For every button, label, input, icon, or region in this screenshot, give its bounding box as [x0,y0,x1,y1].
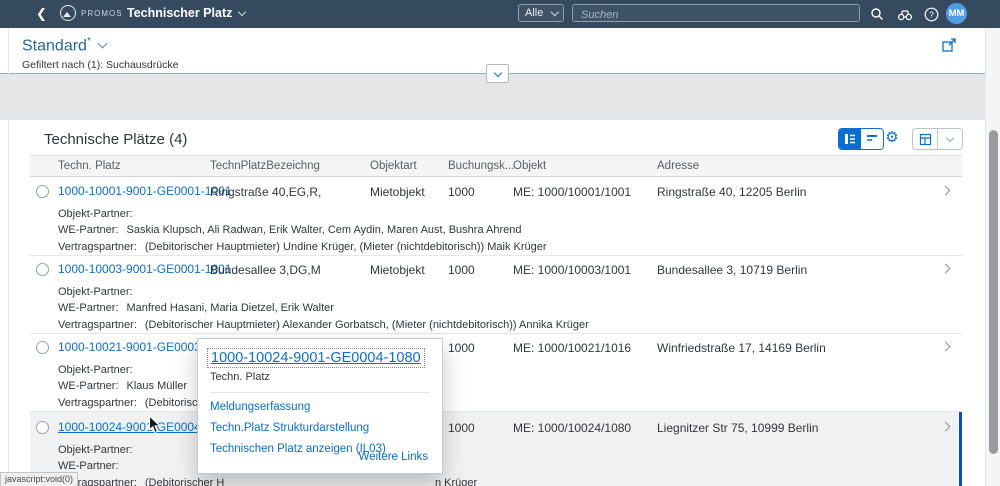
binoculars-icon[interactable] [896,5,914,23]
table-header-row: Techn. Platz TechnPlatzBezeichng Objekta… [30,155,962,177]
shell-bar: ❮ PROMOS Technischer Platz Alle ? MM [0,0,1000,28]
cell-adresse: Bundesallee 3, 10719 Berlin [657,263,807,277]
we-partner-line: WE-Partner:Klaus Müller [58,380,187,392]
search-input[interactable] [573,7,859,23]
cell-adresse: Liegnitzer Str 75, 10999 Berlin [657,421,818,435]
popup-subtitle: Techn. Platz [210,371,430,383]
chevron-down-icon [493,68,501,76]
popup-more-links[interactable]: Weitere Links [359,451,428,463]
view-toggle [838,128,884,150]
objekt-partner-line: Objekt-Partner: [58,364,133,376]
variant-selector[interactable]: Standard* [22,36,106,55]
filter-info-text: Gefiltert nach (1): Suchausdrücke [22,59,178,71]
col-bezeichnung[interactable]: TechnPlatzBezeichng [210,160,320,172]
export-menu-button[interactable] [937,129,962,149]
detail-view-button[interactable] [839,129,861,149]
objekt-partner-line: Objekt-Partner: [58,208,133,220]
promos-logo-text: PROMOS [81,9,123,18]
row-chevron-icon[interactable] [941,342,951,352]
row-radio[interactable] [36,421,49,434]
we-partner-line: WE-Partner:Saskia Klupsch, Ali Radwan, E… [58,224,521,236]
cell-objektart: Mietobjekt [370,263,425,277]
chevron-down-icon [550,8,558,16]
row-chevron-icon[interactable] [941,264,951,274]
promos-logo-icon [60,5,76,21]
vertragspartner-line: Vertragspartner:(Debitorischer Hauptmiet… [58,241,547,253]
table-settings-gear-icon[interactable]: ⚙ [882,128,902,148]
row-chevron-icon[interactable] [941,422,951,432]
col-objektart[interactable]: Objektart [370,160,417,172]
cell-objekt: ME: 1000/10003/1001 [513,263,631,277]
col-buchungskreis[interactable]: Buchungsk... [448,160,514,172]
quickview-popup: 1000-10024-9001-GE0004-1080 Techn. Platz… [197,338,443,474]
left-edge-divider [8,28,9,486]
cell-buchungskreis: 1000 [448,263,475,277]
app-title-menu[interactable]: Technischer Platz [127,6,245,20]
user-avatar[interactable]: MM [946,3,967,24]
techn-platz-link[interactable]: 1000-10001-9001-GE0001-1001 [58,184,231,198]
vertragspartner-line-suffix: n Krüger [435,477,477,486]
cell-bezeichnung: Bundesallee 3,DG,M [210,263,321,277]
techn-platz-link[interactable]: 1000-10003-9001-GE0001-1001 [58,262,231,276]
cell-bezeichnung: Ringstraße 40,EG,R, [210,185,321,199]
table-row[interactable]: 1000-10003-9001-GE0001-1001 Bundesallee … [30,256,962,334]
row-radio[interactable] [36,263,49,276]
row-radio[interactable] [36,185,49,198]
popup-title-link[interactable]: 1000-10024-9001-GE0004-1080 [207,348,425,368]
chevron-down-icon [97,39,107,49]
scrollbar-track[interactable] [985,28,1000,486]
search-input-wrap [572,4,860,22]
objekt-partner-line: Objekt-Partner: [58,444,133,456]
export-button-group [912,128,963,150]
cell-objekt: ME: 1000/10021/1016 [513,341,631,355]
cell-buchungskreis: 1000 [448,421,475,435]
table-row[interactable]: 1000-10021-9001-GE0003-1016 1000 ME: 100… [30,334,962,412]
we-partner-line: WE-Partner:Manfred Hasani, Maria Dietzel… [58,302,334,314]
table-row[interactable]: 1000-10001-9001-GE0001-1001 Ringstraße 4… [30,178,962,256]
variant-title: Standard [22,37,87,54]
cell-objektart: Mietobjekt [370,185,425,199]
promos-logo: PROMOS [60,5,123,21]
browser-status-tooltip: javascript:void(0) [0,472,78,486]
app-title: Technischer Platz [127,6,232,20]
popup-link-meldungserfassung[interactable]: Meldungserfassung [210,401,430,413]
col-adresse[interactable]: Adresse [657,160,699,172]
chevron-down-icon [238,8,246,16]
cell-adresse: Winfriedstraße 17, 14169 Berlin [657,341,826,355]
cell-objekt: ME: 1000/10001/1001 [513,185,631,199]
row-chevron-icon[interactable] [941,186,951,196]
table-row[interactable]: 1000-10024-9001-GE0004-1080 1000 ME: 100… [30,412,962,486]
app-window: ❮ PROMOS Technischer Platz Alle ? MM Sta… [0,0,1000,486]
cell-adresse: Ringstraße 40, 12205 Berlin [657,185,806,199]
col-techn-platz[interactable]: Techn. Platz [58,160,121,172]
popup-link-strukturdarstellung[interactable]: Techn.Platz Strukturdarstellung [210,422,430,434]
cell-objekt: ME: 1000/10024/1080 [513,421,631,435]
search-icon[interactable] [868,5,886,23]
back-icon[interactable]: ❮ [36,6,47,22]
row-radio[interactable] [36,341,49,354]
chevron-down-icon [946,134,954,142]
header-collapse-button[interactable] [486,64,509,83]
cell-buchungskreis: 1000 [448,185,475,199]
svg-text:?: ? [929,9,934,19]
export-spreadsheet-icon[interactable] [913,129,937,149]
scrollbar-thumb[interactable] [989,130,998,454]
vertragspartner-line: Vertragspartner:(Debitorischer Hauptmiet… [58,319,589,331]
share-icon[interactable] [941,37,961,57]
table-title: Technische Plätze (4) [44,131,187,148]
search-scope-select[interactable]: Alle [518,4,564,22]
variant-modified-marker: * [87,36,91,47]
col-objekt[interactable]: Objekt [513,160,546,172]
cell-buchungskreis: 1000 [448,341,475,355]
vertragspartner-line: Vertragspartner:(Debitorischer H [58,477,224,486]
we-partner-line: WE-Partner: [58,460,127,472]
popup-divider [210,392,430,393]
condensed-view-button[interactable] [861,129,883,149]
row-selected-indicator [959,412,962,486]
help-icon[interactable]: ? [922,5,940,23]
objekt-partner-line: Objekt-Partner: [58,286,133,298]
search-scope-value: Alle [525,7,543,19]
